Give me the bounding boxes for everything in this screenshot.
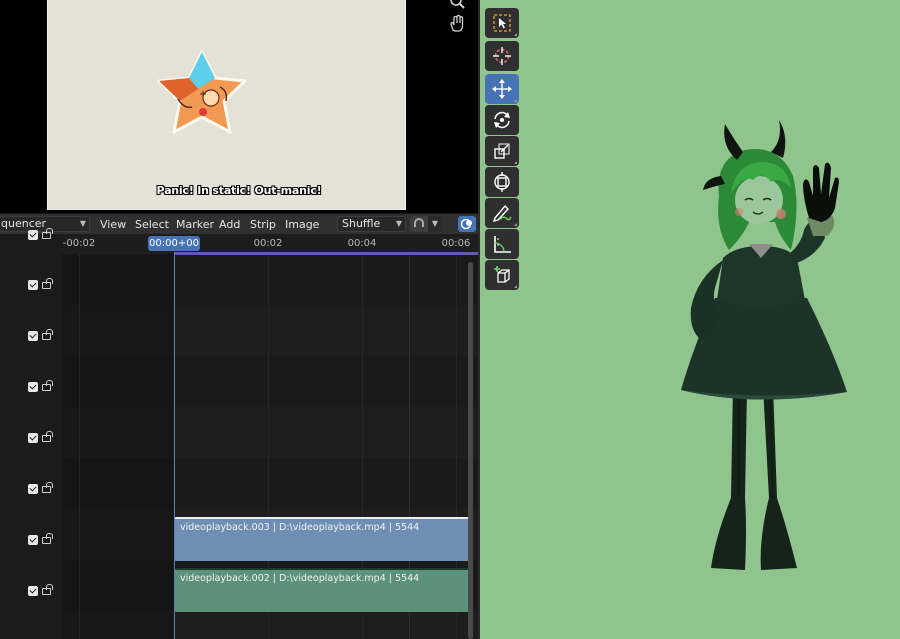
snap-toggle-button[interactable] — [410, 216, 428, 232]
lock-icon[interactable] — [42, 329, 53, 340]
menu-image[interactable]: Image — [285, 218, 319, 231]
hand-pan-icon[interactable] — [448, 14, 466, 32]
channel-mute-checkbox[interactable] — [28, 331, 38, 341]
menu-add[interactable]: Add — [219, 218, 240, 231]
lock-icon[interactable] — [42, 228, 53, 239]
frame-range-bar — [175, 252, 478, 255]
cursor-icon — [493, 47, 511, 65]
zoom-icon[interactable] — [448, 0, 466, 10]
channel-controls[interactable] — [28, 431, 56, 445]
measure-icon — [494, 236, 511, 253]
3d-viewport[interactable] — [478, 0, 900, 639]
add-cube-tool[interactable] — [485, 260, 519, 290]
lock-icon[interactable] — [42, 533, 53, 544]
channel-controls[interactable] — [28, 329, 56, 343]
lock-icon[interactable] — [42, 380, 53, 391]
channel-mute-checkbox[interactable] — [28, 535, 38, 545]
sequencer-timeline[interactable]: -00:02 00:02 00:04 00:06 videoplayback.0… — [62, 234, 478, 639]
strip-label: videoplayback.002 | D:\videoplayback.mp4… — [180, 573, 420, 584]
subtitle-text: Panic! In static! Out-manic! — [156, 184, 322, 197]
channel-controls[interactable] — [28, 278, 56, 292]
current-frame-indicator[interactable]: 00:00+00 — [148, 236, 200, 251]
strip-label: videoplayback.003 | D:\videoplayback.mp4… — [180, 522, 420, 533]
measure-tool[interactable] — [485, 229, 519, 259]
sequencer-header: quencer ▼ View Select Marker Add Strip I… — [0, 213, 478, 234]
vertical-scrollbar[interactable] — [468, 262, 473, 639]
select-box-tool[interactable] — [485, 8, 519, 38]
preview-frame — [47, 0, 406, 210]
channel-mute-checkbox[interactable] — [28, 586, 38, 596]
tool-submenu-indicator — [514, 99, 517, 102]
time-ruler[interactable]: -00:02 00:02 00:04 00:06 — [62, 234, 478, 254]
channel-mute-checkbox[interactable] — [28, 484, 38, 494]
channel-mute-checkbox[interactable] — [28, 433, 38, 443]
select-box-icon — [493, 14, 511, 32]
annotate-tool[interactable] — [485, 198, 519, 228]
magnet-icon — [414, 218, 424, 227]
channel-controls[interactable] — [28, 584, 56, 598]
snap-options-dropdown[interactable]: ▼ — [428, 216, 442, 232]
menu-marker[interactable]: Marker — [176, 218, 214, 231]
transform-tool[interactable] — [485, 167, 519, 197]
scale-tool[interactable] — [485, 136, 519, 166]
channel-mute-checkbox[interactable] — [28, 230, 38, 240]
video-strip[interactable]: videoplayback.003 | D:\videoplayback.mp4… — [175, 517, 473, 561]
tool-submenu-indicator — [514, 223, 517, 226]
lock-icon[interactable] — [42, 431, 53, 442]
rotate-tool[interactable] — [485, 105, 519, 135]
editor-type-label: quencer — [1, 217, 47, 230]
channel-mute-checkbox[interactable] — [28, 280, 38, 290]
menu-strip[interactable]: Strip — [250, 218, 276, 231]
channel-controls[interactable] — [28, 533, 56, 547]
star-image — [157, 50, 247, 134]
lock-icon[interactable] — [42, 584, 53, 595]
channel-list — [0, 228, 62, 639]
ruler-label: -00:02 — [62, 238, 96, 249]
annotate-icon — [492, 204, 512, 222]
overlap-mode-label: Shuffle — [342, 217, 381, 230]
chevron-down-icon: ▼ — [395, 219, 402, 228]
channel-controls[interactable] — [28, 380, 56, 394]
rotate-icon — [494, 111, 510, 129]
add-cube-icon — [494, 266, 510, 283]
cursor-tool[interactable] — [485, 41, 519, 71]
ruler-label: 00:04 — [347, 238, 377, 249]
ruler-label: 00:06 — [441, 238, 471, 249]
move-tool[interactable] — [485, 74, 519, 104]
tool-submenu-indicator — [514, 161, 517, 164]
grid-line — [79, 254, 80, 639]
character-model[interactable] — [675, 118, 855, 578]
menu-view[interactable]: View — [100, 218, 126, 231]
ruler-label: 00:02 — [253, 238, 283, 249]
sequencer-preview[interactable]: Panic! In static! Out-manic! — [0, 0, 478, 214]
tool-submenu-indicator — [514, 33, 517, 36]
channel-mute-checkbox[interactable] — [28, 382, 38, 392]
chevron-down-icon: ▼ — [79, 219, 86, 228]
scale-icon — [494, 143, 510, 159]
overlay-icon — [460, 218, 472, 230]
tool-submenu-indicator — [514, 285, 517, 288]
video-strip[interactable]: videoplayback.002 | D:\videoplayback.mp4… — [175, 568, 473, 612]
move-icon — [492, 79, 512, 99]
transform-icon — [494, 172, 510, 192]
lock-icon[interactable] — [42, 482, 53, 493]
menu-select[interactable]: Select — [135, 218, 169, 231]
overlay-toggle-button[interactable] — [458, 216, 476, 232]
channel-controls[interactable] — [28, 482, 56, 496]
lock-icon[interactable] — [42, 278, 53, 289]
playhead-line[interactable] — [174, 252, 175, 639]
channel-controls[interactable] — [28, 228, 56, 242]
overlap-mode-dropdown[interactable]: Shuffle ▼ — [337, 216, 406, 232]
chevron-down-icon: ▼ — [431, 219, 439, 228]
